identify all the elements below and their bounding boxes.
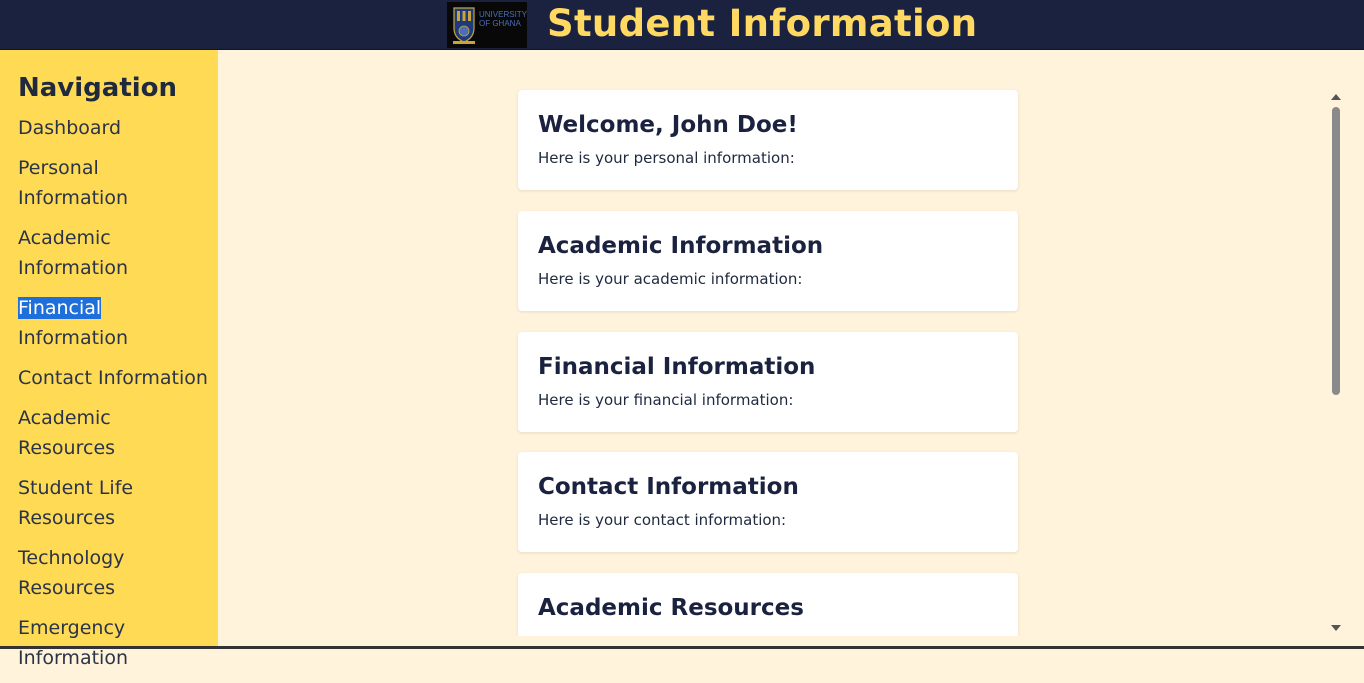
vertical-scrollbar[interactable] xyxy=(1328,89,1344,636)
sidebar-item-technology-resources[interactable]: Technology Resources xyxy=(18,543,208,603)
sidebar-item-academic-information[interactable]: Academic Information xyxy=(18,223,208,283)
card-title: Academic Resources xyxy=(538,595,804,621)
sidebar-item-academic-resources[interactable]: Academic Resources xyxy=(18,403,208,463)
scroll-down-icon[interactable] xyxy=(1331,625,1341,631)
sidebar-item-label-rest: Information xyxy=(18,327,128,349)
sidebar-item-dashboard[interactable]: Dashboard xyxy=(18,113,208,143)
crest-icon xyxy=(453,7,475,44)
card-text: Here is your academic information: xyxy=(538,270,803,288)
main-content: Welcome, John Doe! Here is your personal… xyxy=(218,50,1328,636)
sidebar-nav: Dashboard Personal Information Academic … xyxy=(18,113,208,683)
text-selection: Financial xyxy=(18,297,102,319)
sidebar-heading: Navigation xyxy=(18,73,178,103)
sidebar-item-contact-information[interactable]: Contact Information xyxy=(18,363,208,393)
sidebar-item-student-life-resources[interactable]: Student Life Resources xyxy=(18,473,208,533)
card-title: Financial Information xyxy=(538,354,816,380)
financial-information-card: Financial Information Here is your finan… xyxy=(518,332,1018,432)
sidebar-item-emergency-information[interactable]: Emergency Information xyxy=(18,613,208,673)
sidebar-item-personal-information[interactable]: Personal Information xyxy=(18,153,208,213)
top-header: University of Ghana Student Information xyxy=(0,0,1364,50)
card-title: Academic Information xyxy=(538,233,824,259)
card-text: Here is your contact information: xyxy=(538,511,787,529)
card-text: Here is your personal information: xyxy=(538,149,795,167)
card-title: Welcome, John Doe! xyxy=(538,112,798,138)
sidebar: Navigation Dashboard Personal Informatio… xyxy=(0,50,218,669)
logo-text: University of Ghana xyxy=(479,10,527,28)
welcome-card: Welcome, John Doe! Here is your personal… xyxy=(518,90,1018,190)
scrollbar-thumb[interactable] xyxy=(1332,107,1340,395)
contact-information-card: Contact Information Here is your contact… xyxy=(518,452,1018,552)
sidebar-item-financial-information[interactable]: Financial Information xyxy=(18,293,208,353)
page-title: Student Information xyxy=(547,2,978,45)
scroll-up-icon[interactable] xyxy=(1331,94,1341,100)
academic-information-card: Academic Information Here is your academ… xyxy=(518,211,1018,311)
card-title: Contact Information xyxy=(538,474,799,500)
academic-resources-card: Academic Resources xyxy=(518,573,1018,636)
card-text: Here is your financial information: xyxy=(538,391,794,409)
university-logo: University of Ghana xyxy=(447,2,527,48)
